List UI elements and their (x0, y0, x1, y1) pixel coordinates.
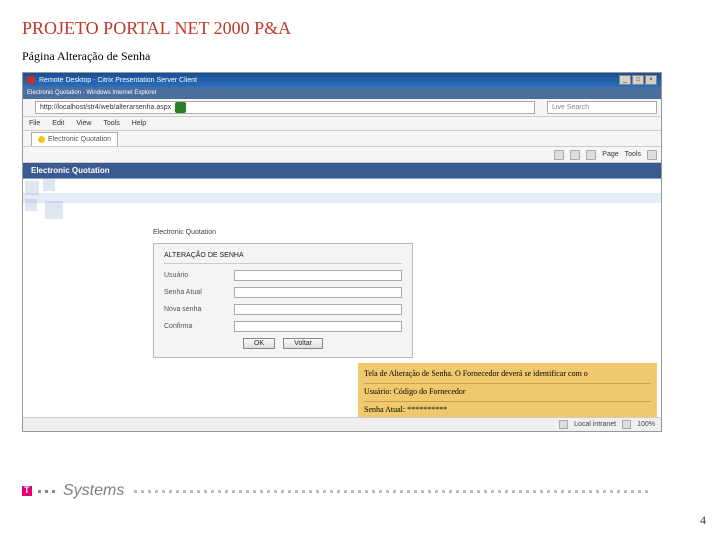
callout-line-1: Tela de Alteração de Senha. O Fornecedor… (364, 366, 651, 384)
tab-favicon-icon (38, 136, 45, 143)
form-heading: ALTERAÇÃO DE SENHA (164, 252, 402, 264)
page-banner: Electronic Quotation (23, 163, 661, 179)
brand-dots-left (38, 490, 55, 493)
decorative-stripe (23, 193, 661, 203)
menu-help[interactable]: Help (132, 120, 146, 127)
menu-view[interactable]: View (76, 120, 91, 127)
brand-text: Systems (63, 482, 124, 500)
search-placeholder: Live Search (552, 104, 589, 111)
menu-file[interactable]: File (29, 120, 40, 127)
zone-label: Local intranet (574, 421, 616, 428)
input-senha-atual[interactable] (234, 287, 402, 298)
outer-window-title: Remote Desktop - Citrix Presentation Ser… (39, 77, 197, 84)
slide-title: PROJETO PORTAL NET 2000 P&A (22, 18, 698, 39)
command-bar: Page Tools (23, 147, 661, 163)
form-buttons: OK Voltar (164, 338, 402, 349)
label-usuario: Usuário (164, 272, 234, 279)
inner-window-titlebar: Electronic Quotation - Windows Internet … (23, 87, 661, 99)
go-button[interactable] (175, 102, 186, 113)
search-box[interactable]: Live Search (547, 101, 657, 114)
input-confirma[interactable] (234, 321, 402, 332)
input-usuario[interactable] (234, 270, 402, 281)
input-nova-senha[interactable] (234, 304, 402, 315)
brand-dots-trail (134, 490, 648, 493)
voltar-button[interactable]: Voltar (283, 338, 323, 349)
menu-edit[interactable]: Edit (52, 120, 64, 127)
label-senha-atual: Senha Atual (164, 289, 234, 296)
tools-menu[interactable]: Tools (625, 151, 641, 158)
footer-brand: Systems (22, 482, 648, 500)
page-content: Electronic Quotation ALTERAÇÃO DE SENHA … (23, 179, 661, 431)
close-button[interactable]: × (645, 75, 657, 85)
feeds-icon[interactable] (570, 150, 580, 160)
zoom-label: 100% (637, 421, 655, 428)
t-logo-icon (22, 486, 32, 496)
app-icon (27, 76, 35, 84)
tab-bar: Electronic Quotation (23, 131, 661, 147)
label-confirma: Confirma (164, 323, 234, 330)
internet-zone-icon (559, 420, 568, 429)
print-icon[interactable] (586, 150, 596, 160)
address-bar[interactable]: http://localhost/str4/web/alterarsenha.a… (35, 101, 535, 114)
page-number: 4 (700, 513, 706, 528)
row-senha-atual: Senha Atual (164, 287, 402, 298)
help-icon[interactable] (647, 150, 657, 160)
page-menu[interactable]: Page (602, 151, 618, 158)
address-text: http://localhost/str4/web/alterarsenha.a… (40, 104, 171, 111)
menu-tools[interactable]: Tools (103, 120, 119, 127)
zoom-icon (622, 420, 631, 429)
address-bar-row: http://localhost/str4/web/alterarsenha.a… (23, 99, 661, 117)
tab-label: Electronic Quotation (48, 136, 111, 143)
maximize-button[interactable]: □ (632, 75, 644, 85)
minimize-button[interactable]: _ (619, 75, 631, 85)
outer-window-titlebar: Remote Desktop - Citrix Presentation Ser… (23, 73, 661, 87)
callout-line-2: Usuário: Código do Fornecedor (364, 384, 651, 402)
ok-button[interactable]: OK (243, 338, 275, 349)
decorative-squares (23, 179, 79, 235)
row-confirma: Confirma (164, 321, 402, 332)
menu-bar: File Edit View Tools Help (23, 117, 661, 131)
row-nova-senha: Nova senha (164, 304, 402, 315)
status-bar: Local intranet 100% (23, 417, 661, 431)
row-usuario: Usuário (164, 270, 402, 281)
inner-window-title: Electronic Quotation - Windows Internet … (27, 90, 157, 96)
slide-subtitle: Página Alteração de Senha (22, 49, 698, 64)
password-form: ALTERAÇÃO DE SENHA Usuário Senha Atual N… (153, 243, 413, 358)
label-nova-senha: Nova senha (164, 306, 234, 313)
embedded-screenshot: Remote Desktop - Citrix Presentation Ser… (22, 72, 662, 432)
home-icon[interactable] (554, 150, 564, 160)
breadcrumb: Electronic Quotation (153, 229, 216, 236)
browser-tab[interactable]: Electronic Quotation (31, 132, 118, 146)
